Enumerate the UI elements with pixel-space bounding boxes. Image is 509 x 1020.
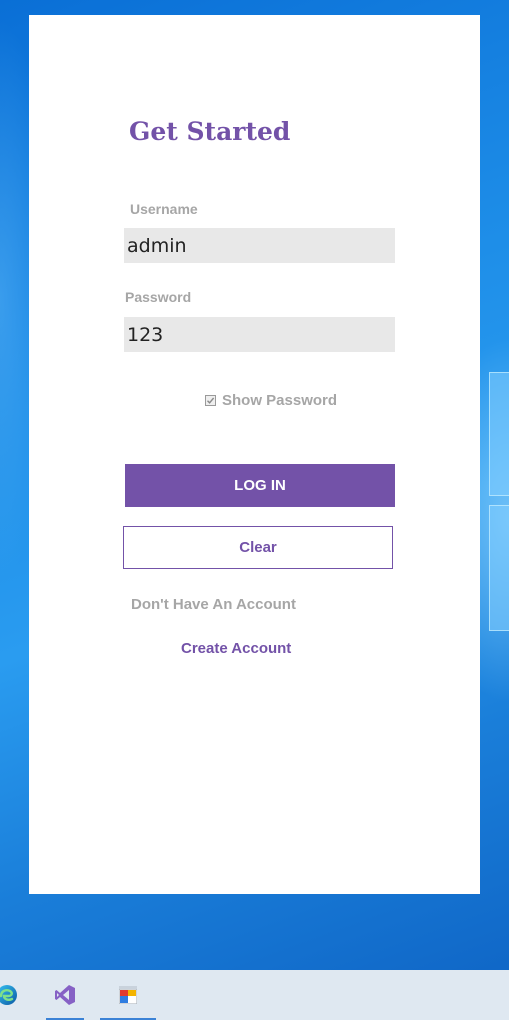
taskbar-app-button[interactable]	[96, 970, 160, 1020]
edge-browser-icon	[0, 985, 17, 1005]
password-input[interactable]	[124, 317, 395, 352]
visual-studio-icon	[55, 985, 75, 1005]
show-password-checkbox[interactable]	[205, 395, 216, 406]
taskbar-edge-button[interactable]	[0, 970, 22, 1020]
clear-button[interactable]: Clear	[123, 526, 393, 569]
show-password-toggle[interactable]: Show Password	[205, 392, 337, 409]
login-window: Get Started Username Password Show Passw…	[29, 15, 480, 894]
create-account-link[interactable]: Create Account	[181, 640, 291, 657]
taskbar-visual-studio-button[interactable]	[42, 970, 88, 1020]
show-password-label: Show Password	[222, 392, 338, 409]
windows-forms-app-icon	[119, 986, 137, 1004]
login-button[interactable]: LOG IN	[125, 464, 395, 507]
checkmark-icon	[207, 397, 215, 404]
taskbar	[0, 970, 509, 1020]
password-label: Password	[125, 289, 192, 305]
no-account-text: Don't Have An Account	[131, 596, 296, 613]
wallpaper-logo-pane	[489, 505, 509, 631]
wallpaper-logo-pane	[489, 372, 509, 496]
username-label: Username	[130, 201, 198, 217]
page-title: Get Started	[129, 117, 291, 146]
username-input[interactable]	[124, 228, 395, 263]
